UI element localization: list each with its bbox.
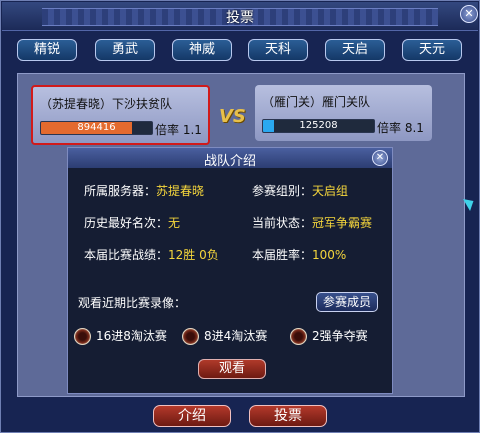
mouse-cursor-icon (463, 194, 477, 212)
group-value: 天启组 (312, 184, 349, 198)
record-info: 本届比赛战绩：12胜 0负 (84, 246, 219, 263)
window-title: 投票 (226, 10, 254, 26)
tab-jingrui[interactable]: 精锐 (17, 39, 77, 61)
vote-window: 投票 ✕ 精锐 勇武 神威 天科 天启 天元 （苏提春晓）下沙扶贫队 89441… (0, 0, 480, 433)
server-label: 所属服务器： (84, 184, 157, 198)
vote-bar: 894416 (40, 121, 153, 135)
best-rank-value: 无 (168, 216, 181, 230)
category-tabs: 精锐 勇武 神威 天科 天启 天元 (1, 39, 479, 61)
winrate-value: 100% (312, 248, 347, 262)
team-card-right[interactable]: （雁门关）雁门关队 125208 倍率 8.1 (255, 85, 432, 141)
replay-option-label: 2强争夺赛 (312, 329, 368, 343)
group-info: 参赛组别：天启组 (252, 182, 348, 199)
status-value: 冠军争霸赛 (312, 216, 373, 230)
odds-value: 1.1 (182, 123, 202, 137)
winrate-label: 本届胜率： (252, 248, 313, 262)
team-name: （苏提春晓）下沙扶贫队 (40, 97, 173, 111)
record-value: 12胜 0负 (168, 248, 219, 262)
status-label: 当前状态： (252, 216, 313, 230)
members-button[interactable]: 参赛成员 (316, 292, 378, 312)
record-label: 本届比赛战绩： (84, 248, 169, 262)
vote-count: 125208 (299, 120, 338, 131)
winrate-info: 本届胜率：100% (252, 246, 346, 263)
close-icon[interactable]: ✕ (460, 5, 478, 23)
popup-title: 战队介绍 (203, 154, 256, 169)
vote-count: 894416 (77, 122, 116, 133)
replay-option-16to8[interactable]: 16进8淘汰赛 (74, 326, 167, 346)
team-name: （雁门关）雁门关队 (262, 95, 371, 109)
popup-title-bar[interactable]: 战队介绍 ✕ (68, 148, 392, 169)
vote-bar: 125208 (262, 119, 375, 133)
intro-button[interactable]: 介绍 (153, 405, 231, 427)
group-label: 参赛组别： (252, 184, 313, 198)
close-icon[interactable]: ✕ (372, 150, 388, 166)
replay-label: 观看近期比赛录像： (78, 296, 187, 310)
radio-icon (290, 328, 307, 345)
status-info: 当前状态：冠军争霸赛 (252, 214, 372, 231)
best-rank-info: 历史最好名次：无 (84, 214, 180, 231)
tab-yongwu[interactable]: 勇武 (95, 39, 155, 61)
vs-badge: VS (219, 106, 246, 127)
team-card-left[interactable]: （苏提春晓）下沙扶贫队 894416 倍率 1.1 (31, 85, 210, 145)
radio-icon (74, 328, 91, 345)
tab-tianke[interactable]: 天科 (248, 39, 308, 61)
watch-button[interactable]: 观看 (198, 359, 266, 379)
server-value: 苏提春晓 (156, 184, 205, 198)
odds: 倍率 1.1 (155, 121, 202, 138)
replay-option-final2[interactable]: 2强争夺赛 (290, 326, 368, 346)
odds-value: 8.1 (404, 121, 424, 135)
team-intro-popup: 战队介绍 ✕ 所属服务器：苏提春晓 参赛组别：天启组 历史最好名次：无 当前状态… (67, 147, 393, 394)
tab-shenwei[interactable]: 神威 (172, 39, 232, 61)
tab-tianyuan[interactable]: 天元 (402, 39, 462, 61)
radio-icon (182, 328, 199, 345)
replay-option-label: 8进4淘汰赛 (204, 329, 268, 343)
replay-option-8to4[interactable]: 8进4淘汰赛 (182, 326, 267, 346)
title-bar[interactable]: 投票 ✕ (2, 2, 478, 31)
odds-label: 倍率 (377, 121, 402, 135)
server-info: 所属服务器：苏提春晓 (84, 182, 204, 199)
odds-label: 倍率 (155, 123, 180, 137)
tab-tianqi[interactable]: 天启 (325, 39, 385, 61)
vote-button[interactable]: 投票 (249, 405, 327, 427)
best-rank-label: 历史最好名次： (84, 216, 169, 230)
odds: 倍率 8.1 (377, 119, 424, 136)
replay-option-label: 16进8淘汰赛 (96, 329, 167, 343)
